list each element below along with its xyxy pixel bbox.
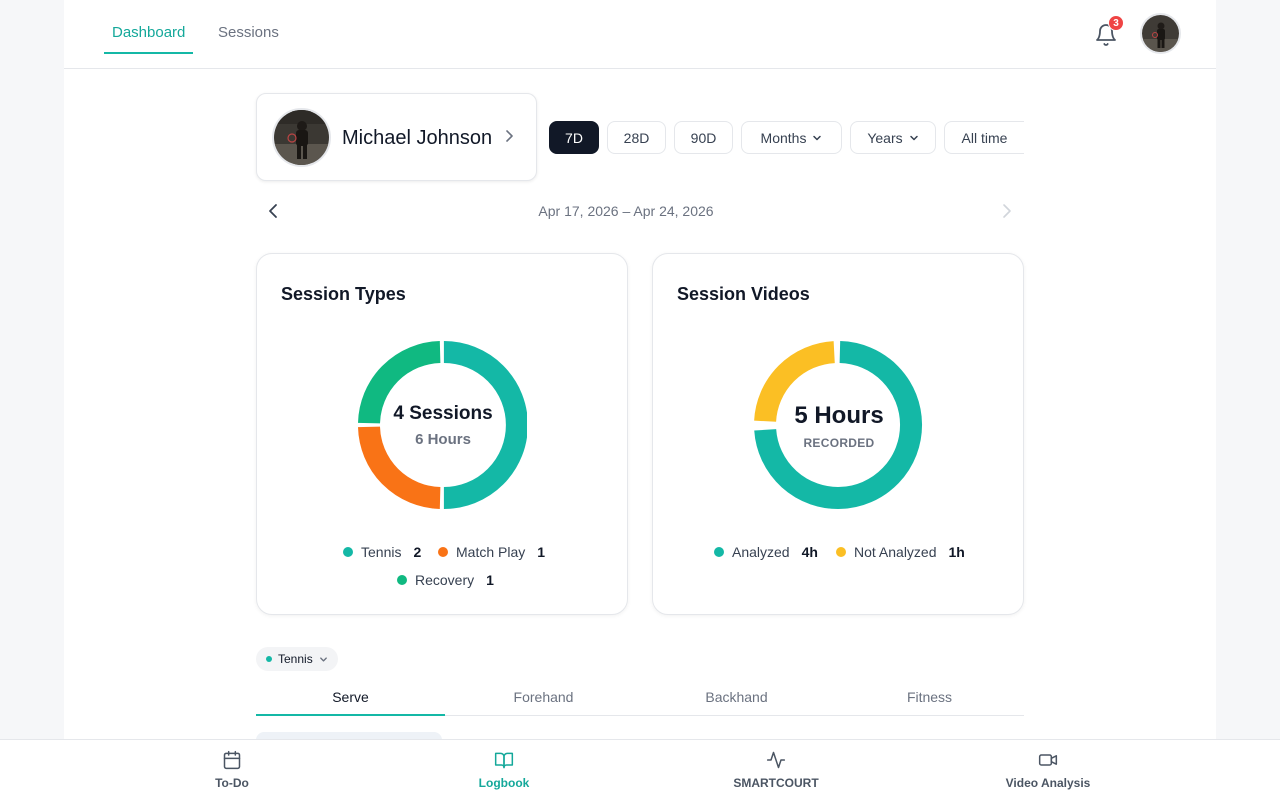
session-types-title: Session Types xyxy=(281,284,406,304)
legend-value: 4h xyxy=(801,544,818,560)
range-alltime-button[interactable]: All time xyxy=(944,121,1024,154)
legend-dot xyxy=(714,547,724,557)
legend-label: Match Play xyxy=(456,544,526,560)
chevron-down-icon xyxy=(319,656,327,662)
athlete-profile-card[interactable]: Michael Johnson xyxy=(256,93,537,181)
bottom-nav-label: SMARTCOURT xyxy=(733,776,819,790)
tab-serve[interactable]: Serve xyxy=(256,680,445,716)
app-shell: Dashboard Sessions 3 Michael Johnson 7D … xyxy=(64,0,1216,800)
legend-analyzed: Analyzed 4h xyxy=(714,544,818,560)
chevron-down-icon xyxy=(813,135,822,140)
legend-label: Recovery xyxy=(415,572,475,588)
range-7d-button[interactable]: 7D xyxy=(549,121,599,154)
athlete-name: Michael Johnson xyxy=(342,127,493,149)
legend-value: 1 xyxy=(537,544,546,560)
chevron-down-icon xyxy=(909,135,918,140)
chevron-left-icon[interactable] xyxy=(264,201,284,221)
sport-filter-chip[interactable]: Tennis xyxy=(256,647,338,671)
chevron-right-icon xyxy=(506,130,513,142)
chip-dot xyxy=(266,656,272,662)
profile-avatar xyxy=(272,108,331,167)
range-90d-button[interactable]: 90D xyxy=(674,121,733,154)
sessions-count: 4 Sessions xyxy=(393,403,493,424)
range-7d-label: 7D xyxy=(565,129,583,146)
tab-forehand[interactable]: Forehand xyxy=(449,680,638,716)
bottom-nav-logbook[interactable]: Logbook xyxy=(424,740,584,800)
range-months-dropdown[interactable]: Months xyxy=(741,121,842,154)
video-icon xyxy=(1038,754,1058,766)
tab-fitness[interactable]: Fitness xyxy=(835,680,1024,716)
avatar[interactable] xyxy=(1140,13,1181,54)
book-icon xyxy=(494,752,514,769)
bottom-nav-label: Logbook xyxy=(478,776,530,790)
range-months-label: Months xyxy=(760,129,807,146)
range-years-dropdown[interactable]: Years xyxy=(850,121,936,154)
legend-dot xyxy=(397,575,407,585)
video-hours: 5 Hours xyxy=(794,402,884,429)
bottom-navigation: To-Do Logbook SMARTCOURT Video Analysis xyxy=(0,739,1280,800)
legend-dot xyxy=(343,547,353,557)
range-years-label: Years xyxy=(867,129,903,146)
legend-match-play: Match Play 1 xyxy=(438,544,545,560)
bottom-nav-label: Video Analysis xyxy=(1005,776,1091,790)
date-range-label: Apr 17, 2026 – Apr 24, 2026 xyxy=(538,203,714,219)
video-hours-caption: RECORDED xyxy=(803,436,875,450)
legend-not-analyzed: Not Analyzed 1h xyxy=(836,544,965,560)
legend-dot xyxy=(438,547,448,557)
bottom-nav-label: To-Do xyxy=(215,776,249,790)
legend-dot xyxy=(836,547,846,557)
legend-value: 1h xyxy=(948,544,965,560)
session-types-donut xyxy=(358,341,527,509)
legend-value: 1 xyxy=(486,572,494,588)
range-28d-label: 28D xyxy=(623,129,650,146)
chip-label: Tennis xyxy=(278,652,313,666)
legend-value: 2 xyxy=(413,544,422,560)
legend-recovery: Recovery 1 xyxy=(397,572,494,588)
range-90d-label: 90D xyxy=(690,129,717,146)
legend-tennis: Tennis 2 xyxy=(343,544,421,560)
activity-icon xyxy=(766,751,786,769)
sessions-hours: 6 Hours xyxy=(415,431,471,448)
session-videos-card: Session Videos 5 Hours RECORDED Analyzed… xyxy=(652,253,1024,615)
skill-tabs: Serve Forehand Backhand Fitness xyxy=(256,680,1024,716)
notification-badge: 3 xyxy=(1108,15,1124,31)
tab-dashboard[interactable]: Dashboard xyxy=(104,24,194,54)
session-videos-title: Session Videos xyxy=(677,284,810,304)
bottom-nav-todo[interactable]: To-Do xyxy=(152,740,312,800)
chevron-right-icon[interactable] xyxy=(996,201,1016,221)
range-28d-button[interactable]: 28D xyxy=(607,121,666,154)
tab-sessions[interactable]: Sessions xyxy=(210,24,287,54)
legend-label: Analyzed xyxy=(732,544,790,560)
calendar-icon xyxy=(223,750,241,770)
session-types-card: Session Types 4 Sessions 6 Hours Tennis … xyxy=(256,253,628,615)
donut-segment-tennis[interactable] xyxy=(443,341,527,509)
legend-label: Not Analyzed xyxy=(854,544,937,560)
range-alltime-label: All time xyxy=(961,129,1008,146)
bottom-nav-smartcourt[interactable]: SMARTCOURT xyxy=(696,740,856,800)
legend-label: Tennis xyxy=(361,544,402,560)
tab-backhand[interactable]: Backhand xyxy=(642,680,831,716)
top-navigation: Dashboard Sessions 3 xyxy=(64,0,1216,69)
bottom-nav-video-analysis[interactable]: Video Analysis xyxy=(968,740,1128,800)
